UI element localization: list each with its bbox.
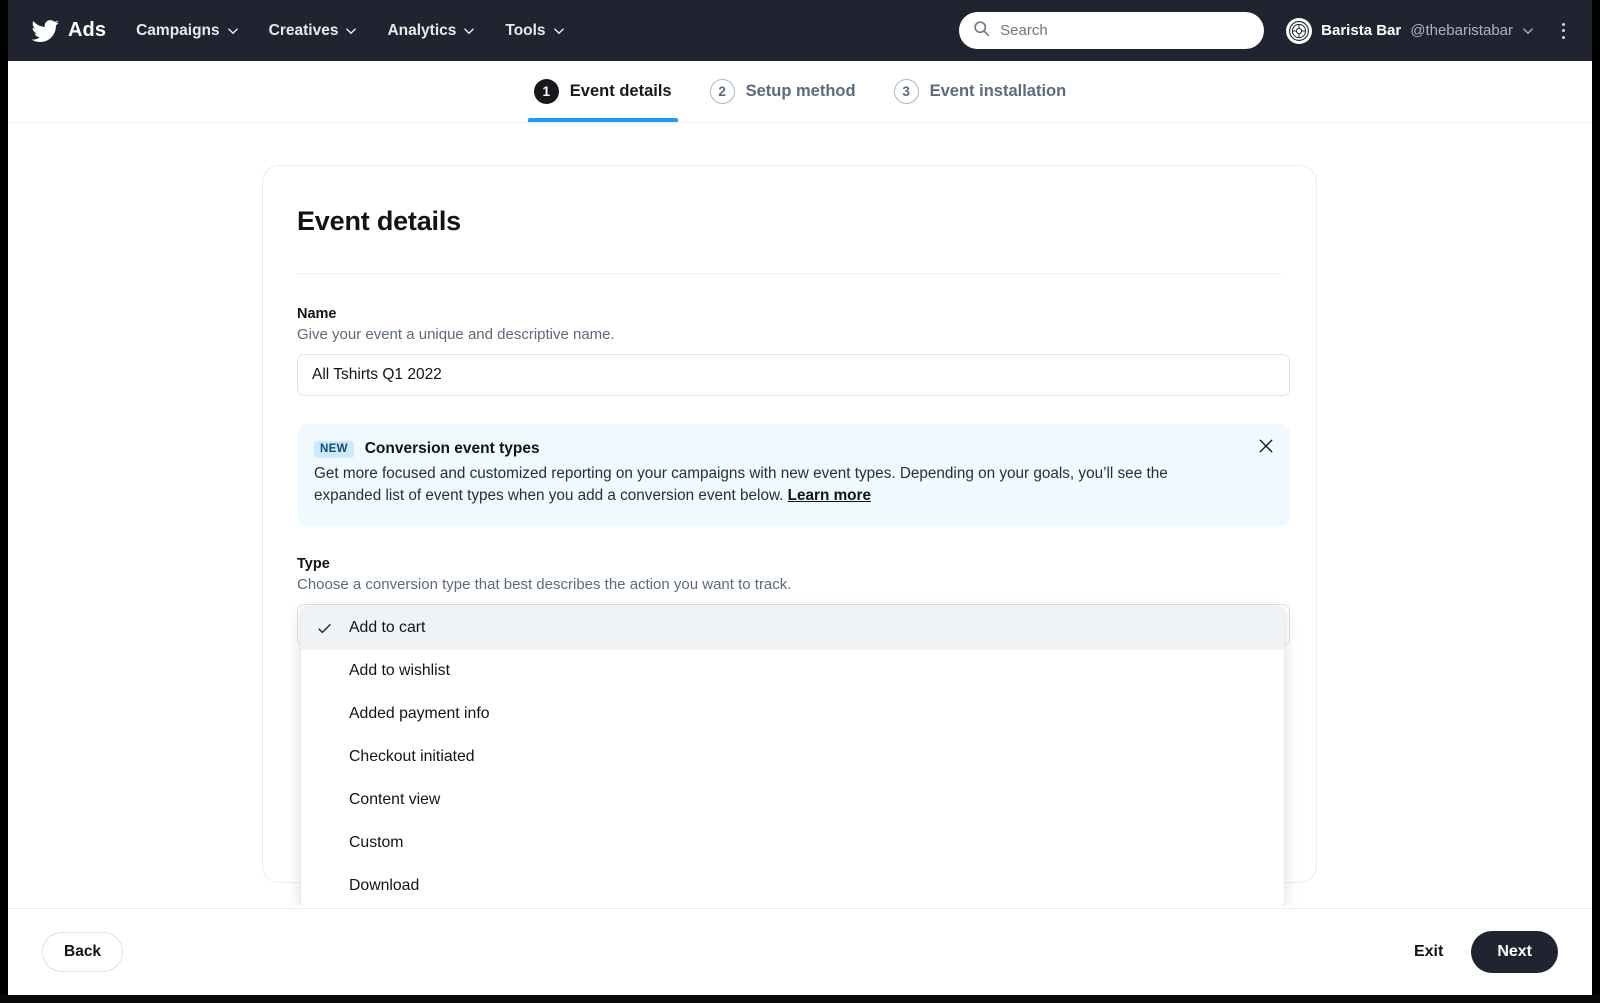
close-icon[interactable] [1257,437,1275,455]
event-name-input[interactable]: All Tshirts Q1 2022 [297,354,1290,396]
dropdown-option-checkout-initiated[interactable]: Checkout initiated [301,736,1284,779]
chevron-down-icon [1522,25,1534,37]
dropdown-option-added-payment-info[interactable]: Added payment info [301,693,1284,736]
banner-header: NEW Conversion event types [314,440,1238,458]
name-label: Name [297,306,337,322]
page-title: Event details [297,206,461,236]
next-button[interactable]: Next [1471,931,1558,973]
dropdown-option-add-to-cart[interactable]: Add to cart [301,606,1284,650]
dropdown-option-label: Add to cart [349,619,426,637]
name-field-group: Name Give your event a unique and descri… [297,306,1290,396]
nav-label-campaigns: Campaigns [136,21,220,39]
nav-item-creatives[interactable]: Creatives [269,22,358,40]
brand-label: Ads [68,19,107,41]
step-label: Event details [569,82,672,100]
kebab-menu-icon[interactable] [1552,19,1574,43]
window-frame-left [0,0,8,1003]
conversion-type-dropdown: Add to cart Add to wishlist Added paymen… [300,605,1285,906]
search-input[interactable]: Search [959,12,1265,49]
step-label: Setup method [745,82,856,100]
window-frame-bottom [0,995,1600,1003]
dropdown-option-label: Added payment info [349,705,490,723]
dropdown-option-label: Content view [349,791,441,809]
wizard-footer: Back Exit Next [8,908,1592,995]
nav-label-creatives: Creatives [268,21,339,39]
back-button[interactable]: Back [42,932,124,972]
account-avatar-icon [1286,17,1313,44]
account-name: Barista Bar [1321,22,1402,39]
app-window: Ads Campaigns Creatives Analytics Tools … [0,0,1600,1003]
title-divider [297,273,1282,274]
check-icon [317,621,337,636]
step-number: 1 [533,79,559,104]
dropdown-option-label: Download [349,877,420,895]
account-switcher[interactable]: Barista Bar @thebaristabar [1286,17,1534,44]
learn-more-link[interactable]: Learn more [788,487,871,504]
type-help-text: Choose a conversion type that best descr… [297,575,792,593]
top-navigation-bar: Ads Campaigns Creatives Analytics Tools … [8,0,1592,61]
banner-body-text: Get more focused and customized reportin… [314,465,1168,505]
wizard-steps: 1 Event details 2 Setup method 3 Event i… [8,61,1592,123]
step-setup-method[interactable]: 2 Setup method [704,61,862,122]
step-event-installation[interactable]: 3 Event installation [888,61,1073,122]
dropdown-option-download[interactable]: Download [301,865,1284,906]
dropdown-option-label: Add to wishlist [349,662,450,680]
search-icon [973,20,990,42]
nav-label-tools: Tools [505,21,546,39]
step-number: 2 [709,79,735,104]
new-badge: NEW [314,440,354,458]
dropdown-option-custom[interactable]: Custom [301,822,1284,865]
main-content: Event details Name Give your event a uni… [8,123,1592,906]
twitter-bird-icon [32,17,59,44]
chevron-down-icon [553,25,565,37]
nav-item-analytics[interactable]: Analytics [387,22,475,40]
type-label: Type [297,555,330,572]
dropdown-option-add-to-wishlist[interactable]: Add to wishlist [301,650,1284,693]
dropdown-option-label: Checkout initiated [349,748,475,766]
chevron-down-icon [345,25,357,37]
chevron-down-icon [463,25,475,37]
nav-label-analytics: Analytics [387,21,457,39]
window-frame-right [1592,0,1600,1003]
exit-button[interactable]: Exit [1412,937,1445,967]
chevron-down-icon [227,25,239,37]
name-help-text: Give your event a unique and descriptive… [297,326,615,343]
conversion-event-types-banner: NEW Conversion event types Get more focu… [297,424,1290,526]
primary-nav: Campaigns Creatives Analytics Tools [136,22,564,40]
event-details-card: Event details Name Give your event a uni… [262,165,1317,906]
step-label: Event installation [929,82,1067,100]
search-placeholder: Search [1000,22,1048,39]
nav-right-cluster: Search Barista Bar @thebaristabar [959,12,1574,49]
brand-logo[interactable]: Ads [32,17,106,44]
type-field-group: Type Choose a conversion type that best … [297,555,1290,906]
nav-item-campaigns[interactable]: Campaigns [136,22,239,40]
dropdown-option-label: Custom [349,834,404,852]
step-event-details[interactable]: 1 Event details [527,61,678,122]
dropdown-option-content-view[interactable]: Content view [301,779,1284,822]
banner-body: Get more focused and customized reportin… [314,463,1229,508]
account-handle: @thebaristabar [1410,22,1513,39]
step-number: 3 [893,79,919,104]
banner-title: Conversion event types [364,440,540,457]
nav-item-tools[interactable]: Tools [505,22,564,40]
